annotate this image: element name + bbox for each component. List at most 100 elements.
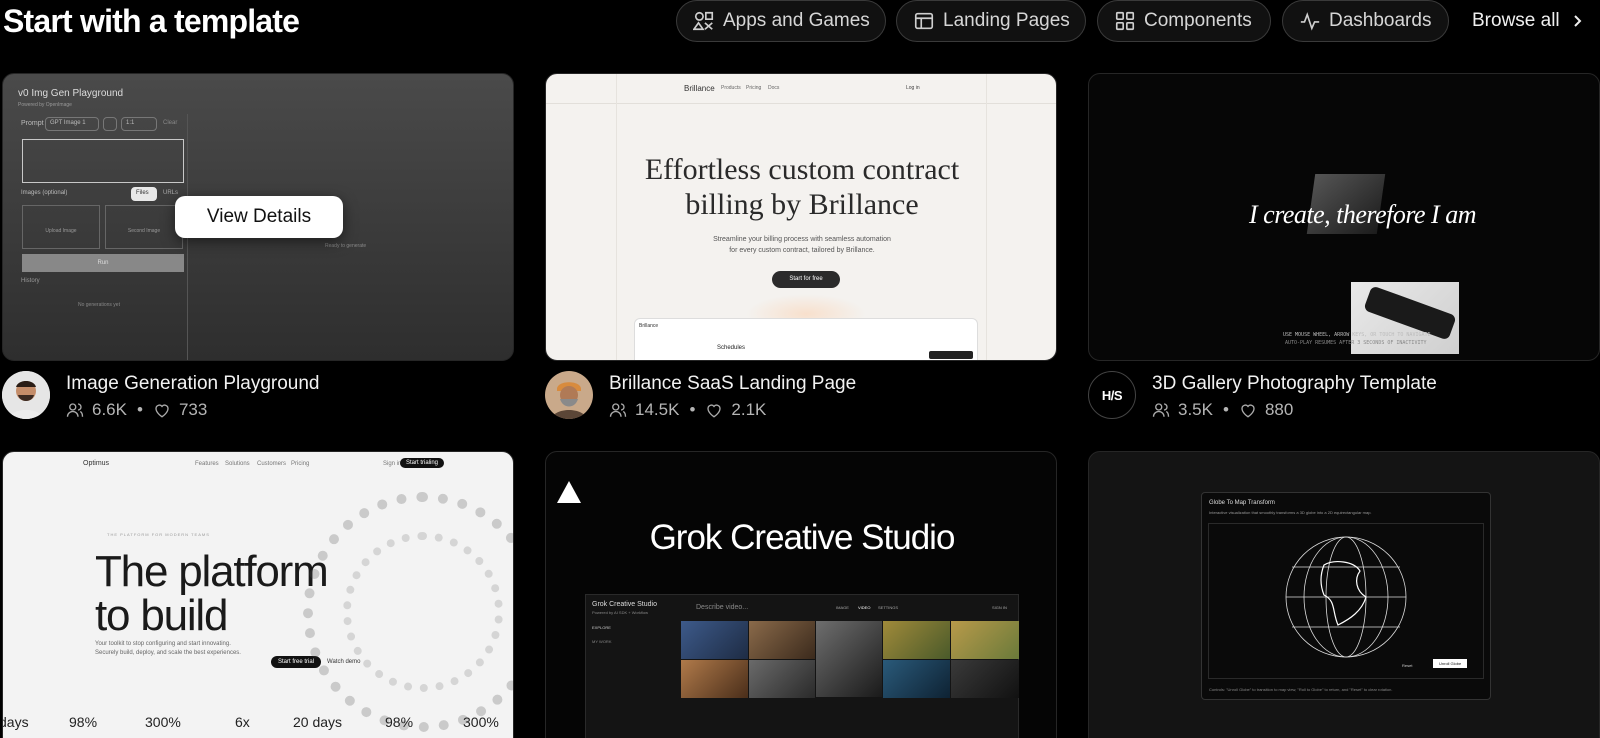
preview-login: Log in (906, 85, 920, 91)
preview-ratio-select: 1:1 (121, 117, 157, 131)
preview-headline-line-2: to build (95, 591, 228, 640)
preview-swap-button (103, 117, 117, 131)
filter-label: Dashboards (1329, 10, 1432, 31)
preview-subtitle-line-2: for every custom contract, tailored by B… (729, 247, 875, 254)
author-avatar[interactable] (2, 371, 50, 419)
preview-model-select: GPT Image 1 (45, 117, 99, 131)
browse-all-label: Browse all (1472, 10, 1560, 31)
preview-tab-urls: URLs (163, 190, 179, 196)
filter-components[interactable]: Components (1097, 0, 1271, 42)
heart-icon (707, 404, 722, 418)
preview-metric-5: 20 days (293, 714, 343, 730)
filter-landing-pages[interactable]: Landing Pages (896, 0, 1086, 42)
template-stats: 14.5K • 2.1K (609, 400, 766, 420)
preview-dash-button (929, 351, 973, 359)
template-preview[interactable]: Grok Creative Studio Grok Creative Studi… (545, 451, 1057, 738)
preview-headline-line-1: Effortless custom contract (644, 153, 960, 186)
author-avatar[interactable] (545, 371, 593, 419)
author-avatar[interactable]: H/S (1088, 371, 1136, 419)
preview-metric-6: 98% (385, 714, 414, 730)
preview-hint-2: AUTO-PLAY RESUMES AFTER 3 SECONDS OF INA… (1285, 340, 1427, 346)
preview-window-subtitle: Interactive visualization that smoothly … (1209, 510, 1372, 515)
preview-nav-docs: Docs (768, 85, 780, 91)
preview-menu-explore: EXPLORE (592, 625, 611, 630)
preview-video-tile (883, 621, 950, 659)
template-stats: 6.6K • 733 (66, 400, 207, 420)
template-preview[interactable]: Globe To Map Transform Interactive visua… (1088, 451, 1600, 738)
template-stats: 3.5K • 880 (1152, 400, 1293, 420)
users-icon (609, 403, 627, 417)
shapes-icon (693, 11, 714, 31)
preview-nav-pricing: Pricing (746, 85, 762, 91)
preview-dash-logo: Brillance (639, 323, 659, 329)
preview-title-text: Img Gen Playground (31, 88, 124, 99)
template-preview[interactable]: Brillance Products Pricing Docs Log in E… (545, 73, 1057, 361)
views-count: 3.5K (1178, 400, 1213, 419)
template-card-optimus-platform[interactable]: Optimus Features Solutions Customers Pri… (2, 451, 514, 738)
preview-window: Globe To Map Transform Interactive visua… (1201, 492, 1491, 700)
views-count: 6.6K (92, 400, 127, 419)
preview-metric-7: 300% (463, 714, 499, 730)
separator-dot: • (1222, 400, 1229, 419)
template-gallery-header: Start with a template Apps and Games Lan… (0, 0, 1600, 44)
preview-metric-2: 98% (69, 714, 98, 730)
preview-quote: I create, therefore I am (1249, 200, 1476, 229)
preview-video-tile (816, 621, 882, 697)
preview-empty-label: No generations yet (78, 302, 120, 308)
preview-tab-image: IMAGE (836, 605, 849, 610)
template-card-grok-creative-studio[interactable]: Grok Creative Studio Grok Creative Studi… (545, 451, 1057, 738)
preview-video-tile (749, 660, 815, 698)
preview-upload-slot-2: Second Image (105, 205, 183, 249)
filter-dashboards[interactable]: Dashboards (1282, 0, 1449, 42)
preview-video-tile (951, 621, 1019, 659)
users-icon (1152, 403, 1170, 417)
filter-label: Apps and Games (723, 10, 870, 31)
preview-app-title: v0 Img Gen Playground (18, 88, 123, 99)
preview-metric-4: 6x (235, 714, 250, 730)
preview-dash-heading: Schedules (717, 345, 746, 351)
template-preview[interactable]: v0 Img Gen Playground Powered by OpenIma… (2, 73, 514, 361)
preview-logo: Optimus (83, 460, 110, 467)
preview-headline: Effortless custom contract billing by Br… (546, 152, 1056, 222)
preview-prompt-box (22, 139, 184, 183)
preview-body: Your toolkit to stop configuring and sta… (95, 641, 241, 656)
view-details-button[interactable]: View Details (175, 196, 343, 238)
filter-label: Landing Pages (943, 10, 1070, 31)
separator-dot: • (136, 400, 143, 419)
template-title[interactable]: Image Generation Playground (66, 373, 320, 395)
filter-apps-and-games[interactable]: Apps and Games (676, 0, 886, 42)
preview-metric-1: days (3, 714, 29, 730)
preview-headline-line-1: The platform (95, 547, 329, 596)
heart-icon (1241, 404, 1255, 418)
preview-metric-3: 300% (145, 714, 181, 730)
template-title[interactable]: 3D Gallery Photography Template (1152, 373, 1437, 395)
preview-video-tile (681, 660, 748, 698)
preview-powered-by: Powered by OpenImage (18, 102, 72, 108)
preview-window-title: Globe To Map Transform (1209, 500, 1275, 506)
preview-subtitle: Streamline your billing process with sea… (546, 234, 1056, 256)
template-preview[interactable]: Optimus Features Solutions Customers Pri… (2, 451, 514, 738)
preview-hint: USE MOUSE WHEEL, ARROW KEYS, OR TOUCH TO… (1283, 332, 1431, 338)
preview-video-tile (951, 660, 1019, 698)
heart-icon (155, 404, 169, 418)
template-card-globe-to-map-transform[interactable]: Globe To Map Transform Interactive visua… (1088, 451, 1600, 738)
preview-upload-slot-1: Upload Image (22, 205, 100, 249)
template-preview[interactable]: I create, therefore I am USE MOUSE WHEEL… (1088, 73, 1600, 361)
template-title[interactable]: Brillance SaaS Landing Page (609, 373, 856, 395)
layout-icon (914, 12, 934, 30)
activity-icon (1300, 12, 1320, 31)
preview-tab-settings: SETTINGS (878, 605, 899, 610)
template-card-image-generation-playground[interactable]: v0 Img Gen Playground Powered by OpenIma… (2, 73, 514, 421)
preview-nav-products: Products (721, 85, 741, 91)
preview-menu-my-work: MY WORK (592, 639, 612, 644)
preview-sign-in: SIGN IN (992, 605, 1007, 610)
template-card-brillance-saas-landing-page[interactable]: Brillance Products Pricing Docs Log in E… (545, 73, 1057, 421)
preview-search: Describe video... (696, 604, 749, 611)
views-count: 14.5K (635, 400, 680, 419)
browse-all-link[interactable]: Browse all (1472, 0, 1584, 42)
preview-nav-2: Solutions (225, 461, 250, 467)
preview-subtitle-line-1: Streamline your billing process with sea… (713, 236, 891, 243)
preview-tab-files: Files (131, 187, 157, 201)
person-avatar-image (545, 371, 593, 419)
template-card-3d-gallery-photography[interactable]: I create, therefore I am USE MOUSE WHEEL… (1088, 73, 1600, 421)
